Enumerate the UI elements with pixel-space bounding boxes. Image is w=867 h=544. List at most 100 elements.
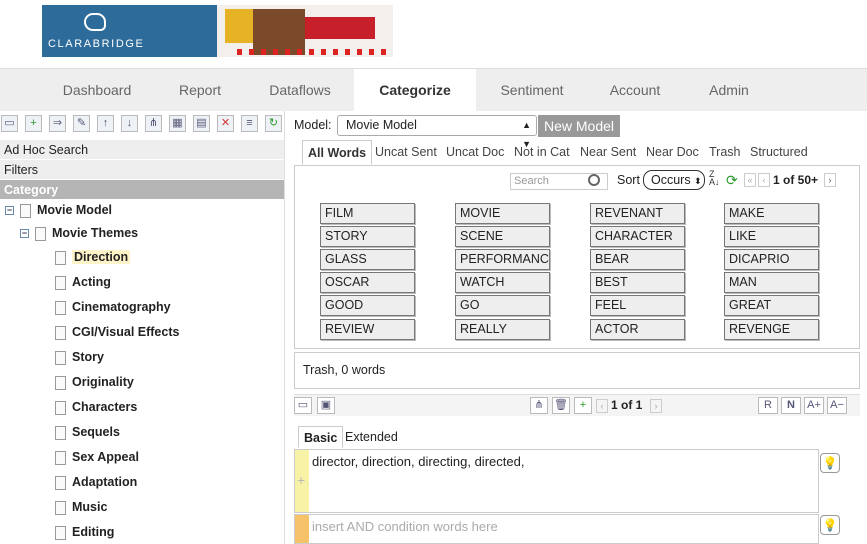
filters-header[interactable]: Filters [0, 160, 284, 180]
tab-report[interactable]: Report [160, 69, 240, 112]
tab-uncat-doc[interactable]: Uncat Doc [446, 140, 504, 165]
tree-item-originality[interactable]: Originality [55, 371, 134, 393]
tree-item-characters[interactable]: Characters [55, 396, 137, 418]
word-chip[interactable]: REVIEW [320, 319, 415, 340]
word-chip[interactable]: REALLY [455, 319, 550, 340]
tab-dataflows[interactable]: Dataflows [250, 69, 350, 112]
tab-dashboard[interactable]: Dashboard [40, 69, 154, 112]
tab-near-sent[interactable]: Near Sent [580, 140, 636, 165]
category-header[interactable]: Category [0, 180, 284, 200]
rule-r-icon[interactable]: R [758, 397, 778, 414]
hierarchy-icon[interactable]: ⋔ [145, 115, 162, 132]
tree-child[interactable]: − Movie Themes [20, 222, 138, 244]
sort-select[interactable]: Occurs ⬍ [643, 170, 705, 190]
rule-a-plus-icon[interactable]: A+ [804, 397, 824, 414]
model-select[interactable]: Movie Model ▲ ▼ [337, 115, 537, 149]
import-icon[interactable]: ⇒ [49, 115, 66, 132]
save-as-icon[interactable]: ▣ [317, 397, 335, 414]
rule-n-icon[interactable]: N [781, 397, 801, 414]
move-up-icon[interactable]: ↑ [97, 115, 114, 132]
delete-icon[interactable]: ✕ [217, 115, 234, 132]
tree-item-music[interactable]: Music [55, 496, 107, 518]
tab-not-in-cat[interactable]: Not in Cat [514, 140, 570, 165]
word-chip[interactable]: MAKE [724, 203, 819, 224]
ad-hoc-search-header[interactable]: Ad Hoc Search [0, 140, 284, 160]
tree-item-cgi[interactable]: CGI/Visual Effects [55, 321, 179, 343]
word-chip[interactable]: STORY [320, 226, 415, 247]
tab-basic[interactable]: Basic [298, 426, 344, 448]
and-words-input[interactable]: insert AND condition words here [312, 519, 498, 534]
sort-az-icon[interactable]: Z A↓ [709, 170, 720, 187]
trash-icon[interactable]: 🗑 [552, 397, 570, 414]
tab-admin[interactable]: Admin [690, 69, 768, 112]
word-chip[interactable]: CHARACTER [590, 226, 685, 247]
tree-item-direction[interactable]: Direction [55, 246, 131, 268]
prev-rule-icon[interactable]: ‹ [596, 399, 608, 413]
tree-item-editing[interactable]: Editing [55, 521, 114, 543]
or-words-box[interactable]: + director, direction, directing, direct… [294, 449, 819, 513]
tab-account[interactable]: Account [594, 69, 676, 112]
tree-item-cinematography[interactable]: Cinematography [55, 296, 171, 318]
tab-extended[interactable]: Extended [345, 426, 398, 448]
next-page-icon[interactable]: › [824, 173, 836, 187]
tree-item-sex-appeal[interactable]: Sex Appeal [55, 446, 139, 468]
refresh-icon[interactable]: ↻ [265, 115, 282, 132]
edit-icon[interactable]: ✎ [73, 115, 90, 132]
word-chip[interactable]: WATCH [455, 272, 550, 293]
collapse-toggle-icon[interactable]: − [5, 206, 14, 216]
grid-icon[interactable]: ▦ [169, 115, 186, 132]
tree-view-icon[interactable]: ⋔ [530, 397, 548, 414]
add-category-icon[interactable]: + [25, 115, 42, 132]
prev-page-icon[interactable]: ‹ [758, 173, 770, 187]
word-chip[interactable]: LIKE [724, 226, 819, 247]
list-icon[interactable]: ≡ [241, 115, 258, 132]
word-chip[interactable]: DICAPRIO [724, 249, 819, 270]
save-rule-icon[interactable]: ▭ [294, 397, 312, 414]
folder-icon[interactable]: ▤ [193, 115, 210, 132]
rule-a-minus-icon[interactable]: A− [827, 397, 847, 414]
trash-panel[interactable]: Trash, 0 words [294, 352, 860, 389]
word-chip[interactable]: FILM [320, 203, 415, 224]
lightbulb-icon[interactable]: 💡 [820, 453, 840, 473]
lightbulb-icon[interactable]: 💡 [820, 515, 840, 535]
word-chip[interactable]: GLASS [320, 249, 415, 270]
tab-uncat-sent[interactable]: Uncat Sent [375, 140, 437, 165]
word-chip[interactable]: REVENANT [590, 203, 685, 224]
tab-categorize[interactable]: Categorize [354, 69, 476, 112]
first-page-icon[interactable]: « [744, 173, 756, 187]
word-chip[interactable]: BEST [590, 272, 685, 293]
tree-item-sequels[interactable]: Sequels [55, 421, 120, 443]
word-chip[interactable]: SCENE [455, 226, 550, 247]
word-chip[interactable]: GO [455, 295, 550, 316]
word-chip[interactable]: MAN [724, 272, 819, 293]
new-model-button[interactable]: New Model [538, 115, 620, 137]
word-chip[interactable]: ACTOR [590, 319, 685, 340]
tree-root[interactable]: − Movie Model [5, 199, 112, 221]
word-chip[interactable]: OSCAR [320, 272, 415, 293]
word-chip[interactable]: REVENGE [724, 319, 819, 340]
word-chip[interactable]: GOOD [320, 295, 415, 316]
add-rule-icon[interactable]: + [574, 397, 592, 414]
tab-trash[interactable]: Trash [709, 140, 741, 165]
save-icon[interactable]: ▭ [1, 115, 18, 132]
word-chip[interactable]: BEAR [590, 249, 685, 270]
tree-item-acting[interactable]: Acting [55, 271, 111, 293]
tab-near-doc[interactable]: Near Doc [646, 140, 699, 165]
refresh-words-icon[interactable]: ⟳ [726, 172, 738, 189]
search-icon[interactable] [588, 174, 600, 186]
word-chip[interactable]: GREAT [724, 295, 819, 316]
move-down-icon[interactable]: ↓ [121, 115, 138, 132]
tree-item-story[interactable]: Story [55, 346, 104, 368]
next-rule-icon[interactable]: › [650, 399, 662, 413]
word-chip[interactable]: MOVIE [455, 203, 550, 224]
word-chip[interactable]: FEEL [590, 295, 685, 316]
word-chip[interactable]: PERFORMANCE [455, 249, 550, 270]
tree-item-adaptation[interactable]: Adaptation [55, 471, 137, 493]
or-words-text[interactable]: director, direction, directing, directed… [312, 454, 524, 469]
and-words-box[interactable]: insert AND condition words here [294, 514, 819, 544]
tab-all-words[interactable]: All Words [302, 140, 373, 165]
logo: CLARABRIDGE [42, 5, 217, 57]
tab-structured[interactable]: Structured [750, 140, 808, 165]
tab-sentiment[interactable]: Sentiment [484, 69, 580, 112]
collapse-toggle-icon[interactable]: − [20, 229, 29, 239]
